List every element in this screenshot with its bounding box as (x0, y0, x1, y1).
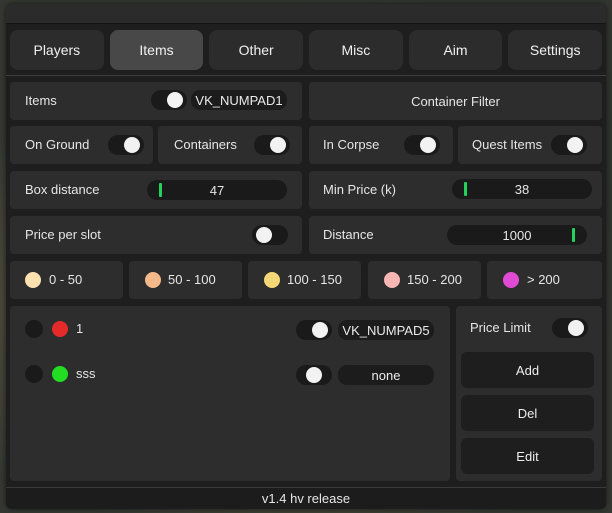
price-range-label: 0 - 50 (49, 272, 83, 287)
in-corpse-toggle[interactable] (404, 135, 440, 155)
price-range-label: > 200 (527, 272, 560, 287)
min-price-label: Min Price (k) (323, 182, 396, 197)
price-limit-toggle[interactable] (552, 318, 588, 338)
color-swatch[interactable] (25, 272, 41, 288)
del-button[interactable]: Del (461, 395, 594, 431)
price-per-slot-toggle[interactable] (252, 225, 288, 245)
price-range-100-150[interactable]: 100 - 150 (248, 261, 361, 299)
color-swatch[interactable] (264, 272, 280, 288)
tab-misc[interactable]: Misc (309, 30, 403, 70)
menu-window: Players Items Other Misc Aim Settings It… (6, 4, 606, 509)
item-hotkey-toggle[interactable] (296, 365, 332, 385)
price-limit-label: Price Limit (470, 320, 531, 335)
container-filter-label: Container Filter (411, 93, 500, 109)
distance-panel: Distance 1000 (309, 216, 602, 254)
min-price-slider[interactable]: 38 (452, 179, 592, 199)
color-swatch[interactable] (384, 272, 400, 288)
box-distance-slider[interactable]: 47 (147, 180, 287, 200)
toggle-knob (567, 137, 583, 153)
item-enable-toggle[interactable] (25, 320, 43, 338)
item-hotkey[interactable]: VK_NUMPAD5 (338, 320, 434, 340)
distance-value: 1000 (502, 228, 532, 243)
price-range-label: 150 - 200 (407, 272, 462, 287)
containers-toggle[interactable] (254, 135, 290, 155)
distance-slider[interactable]: 1000 (447, 225, 587, 245)
item-hotkey-toggle[interactable] (296, 320, 332, 340)
on-ground-panel: On Ground (10, 126, 153, 164)
quest-items-toggle[interactable] (551, 135, 587, 155)
containers-panel: Containers (158, 126, 302, 164)
on-ground-toggle[interactable] (108, 135, 144, 155)
title-bar[interactable] (6, 4, 606, 24)
item-enable-toggle[interactable] (25, 365, 43, 383)
price-range-label: 100 - 150 (287, 272, 342, 287)
price-range-0-50[interactable]: 0 - 50 (10, 261, 123, 299)
tab-items[interactable]: Items (109, 30, 204, 70)
price-range-label: 50 - 100 (168, 272, 216, 287)
items-hotkey[interactable]: VK_NUMPAD1 (191, 90, 287, 110)
item-hotkey[interactable]: none (338, 365, 434, 385)
quest-items-panel: Quest Items (458, 126, 602, 164)
side-controls: Price Limit Add Del Edit (456, 306, 602, 481)
price-range-50-100[interactable]: 50 - 100 (129, 261, 242, 299)
toggle-knob (420, 137, 436, 153)
tab-players[interactable]: Players (10, 30, 104, 70)
quest-items-label: Quest Items (472, 137, 543, 152)
toggle-knob (167, 92, 183, 108)
containers-label: Containers (174, 137, 237, 152)
toggle-knob (568, 320, 584, 336)
item-name: sss (76, 366, 96, 381)
tabs-divider (6, 75, 606, 76)
min-price-panel: Min Price (k) 38 (309, 171, 602, 209)
edit-button[interactable]: Edit (461, 438, 594, 474)
version-footer: v1.4 hv release (6, 487, 606, 509)
on-ground-label: On Ground (25, 137, 90, 152)
items-toggle[interactable] (151, 90, 187, 110)
tab-settings[interactable]: Settings (508, 30, 603, 70)
toggle-knob (312, 322, 328, 338)
item-color-swatch[interactable] (52, 321, 68, 337)
in-corpse-panel: In Corpse (309, 126, 453, 164)
container-filter-button[interactable]: Container Filter (309, 82, 602, 120)
box-distance-label: Box distance (25, 182, 100, 197)
min-price-value: 38 (514, 182, 530, 197)
version-text: v1.4 hv release (261, 491, 351, 506)
item-color-swatch[interactable] (52, 366, 68, 382)
price-range-over-200[interactable]: > 200 (487, 261, 602, 299)
tab-aim[interactable]: Aim (408, 30, 503, 70)
box-distance-value: 47 (209, 183, 225, 198)
items-label: Items (25, 93, 57, 108)
color-swatch[interactable] (145, 272, 161, 288)
price-per-slot-panel: Price per slot (10, 216, 302, 254)
price-range-150-200[interactable]: 150 - 200 (368, 261, 481, 299)
toggle-knob (124, 137, 140, 153)
add-button[interactable]: Add (461, 352, 594, 388)
distance-label: Distance (323, 227, 374, 242)
price-per-slot-label: Price per slot (25, 227, 101, 242)
toggle-knob (256, 227, 272, 243)
toggle-knob (270, 137, 286, 153)
items-panel: Items VK_NUMPAD1 (10, 82, 302, 120)
color-swatch[interactable] (503, 272, 519, 288)
custom-items-list: 1 VK_NUMPAD5 sss none (10, 306, 450, 481)
tab-other[interactable]: Other (209, 30, 304, 70)
box-distance-panel: Box distance 47 (10, 171, 302, 209)
tab-bar: Players Items Other Misc Aim Settings (10, 30, 603, 71)
item-name: 1 (76, 321, 84, 336)
in-corpse-label: In Corpse (323, 137, 380, 152)
toggle-knob (306, 367, 322, 383)
